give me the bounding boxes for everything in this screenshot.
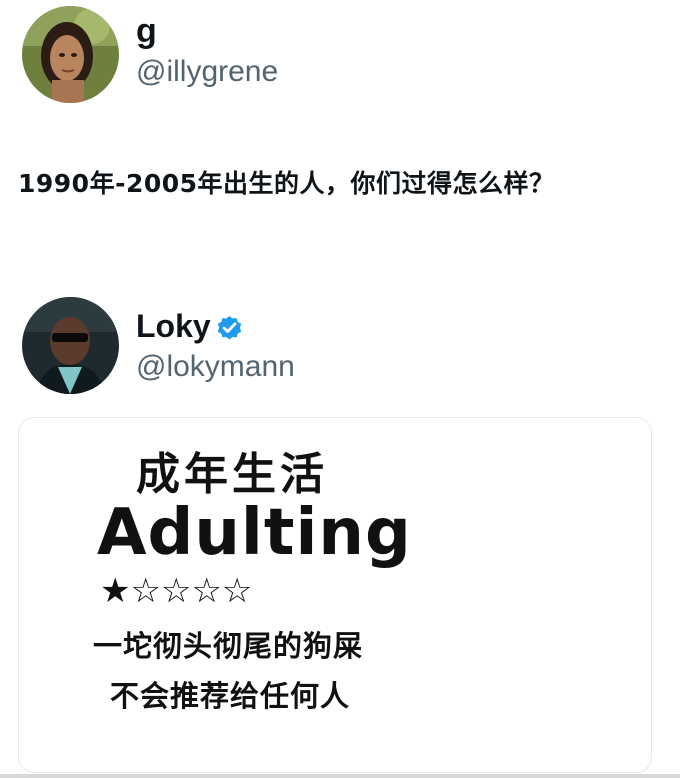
star-rating: ★☆☆☆☆	[100, 571, 253, 611]
handle-illygrene[interactable]: @illygrene	[136, 55, 278, 89]
bottom-divider	[0, 774, 680, 778]
review-title-cn: 成年生活	[136, 449, 328, 500]
display-name-g[interactable]: g	[136, 12, 157, 51]
display-name-loky[interactable]: Loky	[136, 308, 211, 345]
tweet-text: 1990年-2005年出生的人，你们过得怎么样？	[18, 169, 555, 198]
avatar-photo-woman	[22, 6, 119, 103]
avatar-photo-man	[22, 297, 119, 394]
handle-lokymann[interactable]: @lokymann	[136, 350, 295, 384]
review-line-2: 不会推荐给任何人	[110, 679, 351, 713]
avatar-lokymann[interactable]	[22, 297, 119, 394]
review-title-en: Adulting	[97, 496, 412, 570]
review-line-1: 一坨彻头彻尾的狗屎	[93, 629, 364, 663]
verified-badge-icon	[217, 316, 242, 340]
avatar-illygrene[interactable]	[22, 6, 119, 103]
